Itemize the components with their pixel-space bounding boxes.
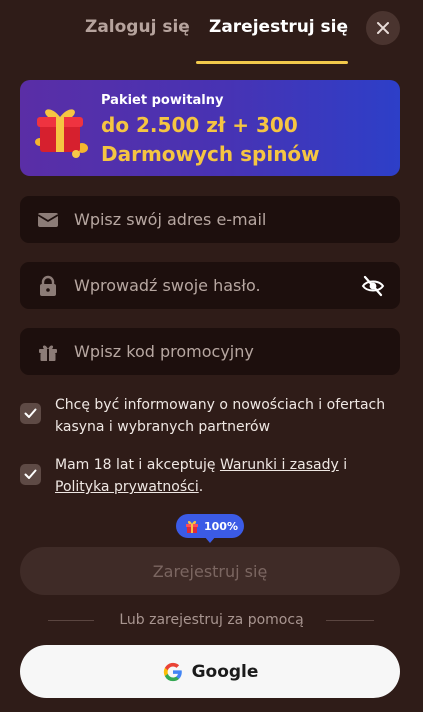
- age-terms-text-middle: i: [338, 457, 348, 473]
- email-input[interactable]: [74, 196, 354, 243]
- banner-bonus-amount: do 2.500 zł + 300: [101, 113, 298, 137]
- password-field: [20, 262, 400, 309]
- privacy-policy-link[interactable]: Polityka prywatności: [55, 479, 199, 495]
- promo-code-input[interactable]: [74, 328, 354, 375]
- email-field: [20, 196, 400, 243]
- lock-icon: [40, 275, 56, 296]
- terms-link[interactable]: Warunki i zasady: [220, 457, 339, 473]
- banner-bonus-spins: Darmowych spinów: [101, 142, 320, 166]
- age-terms-text-end: .: [198, 479, 204, 495]
- welcome-bonus-banner: Pakiet powitalny do 2.500 zł + 300 Darmo…: [20, 80, 400, 176]
- eye-off-icon[interactable]: [360, 273, 386, 299]
- age-terms-consent-text: Mam 18 lat i akceptuję Warunki i zasady …: [55, 454, 395, 498]
- checkmark-icon: [24, 408, 37, 418]
- completion-badge: 100%: [176, 514, 244, 538]
- age-terms-checkbox[interactable]: [20, 464, 41, 485]
- divider-line-right: [326, 620, 374, 621]
- newsletter-checkbox[interactable]: [20, 403, 41, 424]
- gift-icon: [186, 520, 198, 533]
- tab-register[interactable]: Zarejestruj się: [209, 17, 348, 37]
- google-icon: [163, 662, 182, 681]
- completion-percent: 100%: [204, 519, 238, 533]
- gift-icon: [35, 109, 88, 158]
- password-input[interactable]: [74, 262, 354, 309]
- badge-pointer: [204, 536, 216, 543]
- gift-icon: [39, 345, 57, 361]
- banner-kicker: Pakiet powitalny: [101, 93, 224, 108]
- register-submit-button[interactable]: Zarejestruj się: [20, 547, 400, 595]
- newsletter-consent-text: Chcę być informowany o nowościach i ofer…: [55, 397, 386, 435]
- close-icon: [377, 22, 389, 34]
- google-button-label: Google: [191, 661, 259, 682]
- active-tab-indicator: [196, 61, 348, 64]
- envelope-icon: [37, 213, 59, 227]
- tab-login[interactable]: Zaloguj się: [85, 17, 190, 37]
- close-button[interactable]: [366, 11, 400, 45]
- auth-header: Zaloguj się Zarejestruj się: [0, 0, 423, 66]
- checkmark-icon: [24, 469, 37, 479]
- age-terms-text-start: Mam 18 lat i akceptuję: [55, 457, 220, 473]
- google-signup-button[interactable]: Google: [20, 645, 400, 698]
- promo-code-field: [20, 328, 400, 375]
